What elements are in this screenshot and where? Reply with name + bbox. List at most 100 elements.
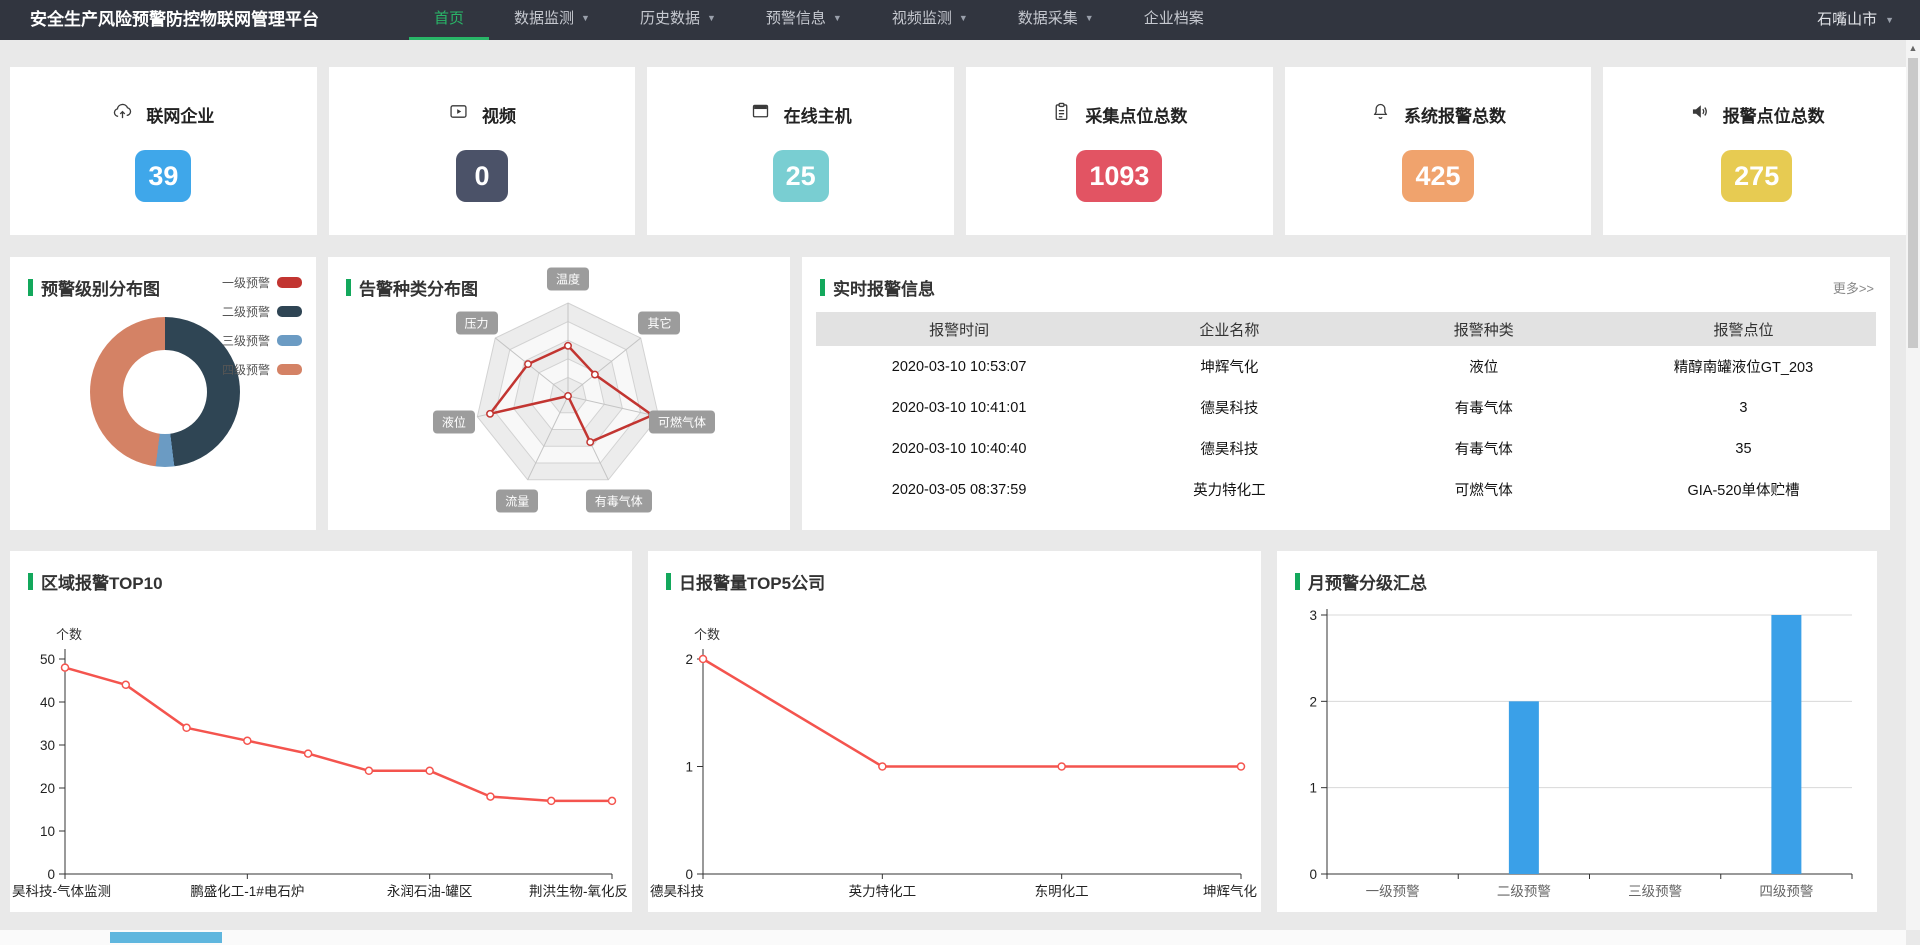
legend-item[interactable]: 一级预警 [222,274,302,291]
y-tick-label: 40 [40,695,55,710]
chevron-down-icon: ▼ [1085,0,1094,37]
radar-point [487,411,493,417]
radar-axis-label: 其它 [638,312,680,335]
panel-title: 预警级别分布图 [41,275,160,300]
legend-label: 四级预警 [222,361,270,378]
table-row[interactable]: 2020-03-10 10:41:01德昊科技有毒气体3 [816,387,1876,428]
y-tick-label: 30 [40,738,55,753]
panel-head: 预警级别分布图 [28,275,160,300]
stat-card: 在线主机25 [647,67,954,235]
radar-point [592,371,598,377]
panel-head: 区域报警TOP10 [28,569,163,594]
chevron-down-icon: ▼ [707,0,716,37]
table-cell: 2020-03-10 10:53:07 [816,346,1102,387]
monthly-level-panel: 月预警分级汇总 0123一级预警二级预警三级预警四级预警 [1277,551,1877,912]
x-tick-label: 坤辉气化 [1203,884,1257,899]
data-point [365,767,372,774]
y-tick-label: 20 [40,781,55,796]
x-tick-label: 三级预警 [1628,884,1682,899]
daily-top5-panel: 日报警量TOP5公司 个数012德昊科技英力特化工东明化工坤辉气化 [648,551,1261,912]
data-point [426,767,433,774]
table-row[interactable]: 2020-03-10 10:53:07坤辉气化液位精醇南罐液位GT_203 [816,346,1876,387]
legend-item[interactable]: 四级预警 [222,361,302,378]
nav-item-data-collect[interactable]: 数据采集▼ [993,0,1119,40]
donut-hole [123,350,207,434]
table-row[interactable]: 2020-03-05 08:37:59英力特化工可燃气体GIA-520单体贮槽 [816,469,1876,510]
radar-axis-label: 温度 [547,268,589,291]
data-point [879,763,886,770]
radar-axis-label: 压力 [456,312,498,335]
scroll-up-icon[interactable]: ▲ [1906,40,1920,56]
region-label: 石嘴山市 [1817,0,1877,40]
line-series [65,668,612,801]
legend-swatch [277,364,302,375]
title-marker [1295,573,1300,590]
table-cell: 德昊科技 [1102,387,1356,428]
legend-swatch [277,277,302,288]
stat-card-header: 视频 [448,101,516,127]
alarm-table-header-cell: 企业名称 [1102,312,1356,346]
bell-icon [1370,101,1391,127]
y-axis-title: 个数 [56,627,82,642]
legend-item[interactable]: 二级预警 [222,303,302,320]
legend-item[interactable]: 三级预警 [222,332,302,349]
x-tick-label: 英力特化工 [849,883,917,899]
region-selector[interactable]: 石嘴山市 ▼ [1817,0,1894,40]
data-point [548,797,555,804]
monthly-level-chart: 0123一级预警二级预警三级预警四级预警 [1277,601,1877,912]
panel-title: 告警种类分布图 [359,275,478,300]
stat-label: 视频 [482,102,516,127]
line-series [703,659,1241,767]
y-tick-label: 0 [685,867,693,882]
nav-item-enterprise-archive[interactable]: 企业档案 [1119,0,1229,40]
line-chart-svg: 个数012德昊科技英力特化工东明化工坤辉气化 [648,601,1261,912]
title-marker [820,279,825,296]
nav-item-history[interactable]: 历史数据▼ [615,0,741,40]
stat-card: 联网企业39 [10,67,317,235]
x-tick-label: 二级预警 [1497,884,1551,899]
vertical-scrollbar[interactable]: ▲ [1906,40,1920,930]
data-point [122,681,129,688]
nav-item-data-monitor[interactable]: 数据监测▼ [489,0,615,40]
realtime-alarm-panel: 实时报警信息 更多>> 报警时间企业名称报警种类报警点位 2020-03-10 … [802,257,1890,530]
data-point [1238,763,1245,770]
legend-label: 一级预警 [222,274,270,291]
stat-card-header: 系统报警总数 [1370,101,1506,127]
horizontal-scrollbar[interactable] [0,930,1906,945]
nav-item-label: 数据监测 [514,0,574,37]
x-tick-label: 昊科技-气体监测 [12,884,111,899]
title-marker [28,279,33,296]
horizontal-scrollbar-thumb[interactable] [110,932,222,943]
more-link[interactable]: 更多>> [1833,278,1874,297]
legend-label: 二级预警 [222,303,270,320]
table-cell: 有毒气体 [1357,387,1611,428]
nav-item-video-monitor[interactable]: 视频监测▼ [867,0,993,40]
chevron-down-icon: ▼ [581,0,590,37]
alarm-level-pie-panel: 预警级别分布图 一级预警二级预警三级预警四级预警 [10,257,316,530]
y-tick-label: 10 [40,824,55,839]
stat-value-badge: 275 [1721,150,1792,202]
nav-item-alert-info[interactable]: 预警信息▼ [741,0,867,40]
panel-head: 日报警量TOP5公司 [666,569,825,594]
bar-chart-svg: 0123一级预警二级预警三级预警四级预警 [1277,601,1877,912]
table-cell: 35 [1611,428,1876,469]
y-tick-label: 50 [40,652,55,667]
radar-point [565,393,571,399]
donut-chart [90,317,240,467]
vertical-scrollbar-thumb[interactable] [1908,58,1918,348]
nav-item-home[interactable]: 首页 [409,0,489,40]
alarm-table-header-cell: 报警点位 [1611,312,1876,346]
radar-point [525,361,531,367]
y-tick-label: 1 [685,760,693,775]
data-point [244,737,251,744]
region-top10-chart: 个数01020304050昊科技-气体监测鹏盛化工-1#电石炉永润石油-罐区荆洪… [10,601,632,912]
table-row[interactable]: 2020-03-10 10:40:40德昊科技有毒气体35 [816,428,1876,469]
nav-menu: 首页数据监测▼历史数据▼预警信息▼视频监测▼数据采集▼企业档案 [409,0,1229,40]
y-tick-label: 1 [1309,781,1317,796]
radar-axis-label: 液位 [433,411,475,434]
stat-label: 报警点位总数 [1723,102,1825,127]
stat-label: 联网企业 [146,102,214,127]
title-marker [666,573,671,590]
table-cell: 可燃气体 [1357,469,1611,510]
middle-row: 预警级别分布图 一级预警二级预警三级预警四级预警 告警种类分布图 温度其它可燃气… [10,257,1890,530]
